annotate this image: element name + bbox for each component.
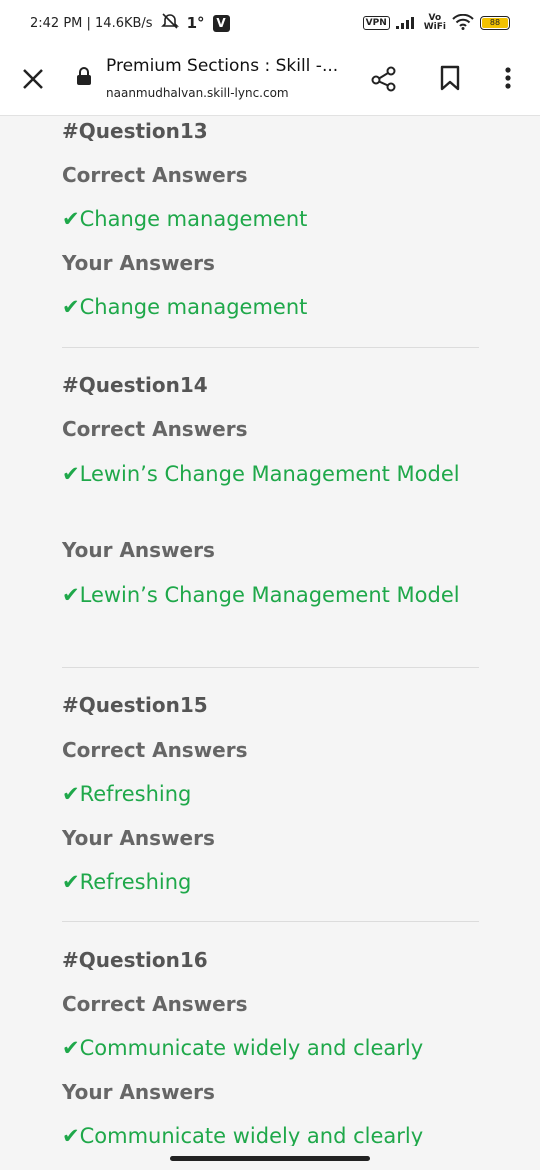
check-icon: ✔ <box>62 295 80 319</box>
correct-answer: ✔Lewin’s Change Management Model <box>62 458 462 491</box>
question-title: #Question15 <box>62 693 208 717</box>
check-icon: ✔ <box>62 870 80 894</box>
check-icon: ✔ <box>62 782 80 806</box>
question-title: #Question14 <box>62 373 208 397</box>
your-answer: ✔Refreshing <box>62 866 462 899</box>
your-answer: ✔Lewin’s Change Management Model <box>62 579 462 612</box>
answer-text: Communicate widely and clearly <box>79 1036 424 1060</box>
home-indicator[interactable] <box>170 1156 370 1161</box>
question-title: #Question16 <box>62 948 208 972</box>
close-icon[interactable] <box>20 66 46 92</box>
signal-icon <box>395 15 418 32</box>
correct-answer: ✔Change management <box>62 203 462 236</box>
correct-answers-label: Correct Answers <box>62 738 248 762</box>
status-time-speed: 2:42 PM | 14.6KB/s <box>30 15 153 31</box>
correct-answer: ✔Communicate widely and clearly <box>62 1032 462 1065</box>
check-icon: ✔ <box>62 583 80 607</box>
browser-toolbar: Premium Sections : Skill -... naanmudhal… <box>0 46 540 116</box>
battery-icon: 88 <box>480 16 510 30</box>
divider <box>62 347 479 348</box>
question-title: #Question13 <box>62 119 208 143</box>
your-answers-label: Your Answers <box>62 826 215 850</box>
vpn-badge: VPN <box>362 16 390 30</box>
quiz-results: #Question13 Correct Answers ✔Change mana… <box>0 117 540 1157</box>
answer-text: Communicate widely and clearly <box>79 1124 424 1148</box>
status-bar: 2:42 PM | 14.6KB/s 1° V VPN Vo WiFi 88 <box>0 0 540 46</box>
correct-answers-label: Correct Answers <box>62 417 248 441</box>
correct-answers-label: Correct Answers <box>62 163 248 187</box>
answer-text: Change management <box>79 295 308 319</box>
check-icon: ✔ <box>62 462 80 486</box>
vowifi-indicator: Vo WiFi <box>424 14 446 32</box>
temperature-text: 1° <box>186 14 205 32</box>
mute-icon <box>160 13 179 33</box>
lock-icon <box>76 66 92 86</box>
bookmark-icon[interactable] <box>438 64 462 92</box>
page-url[interactable]: naanmudhalvan.skill-lync.com <box>106 86 289 100</box>
divider <box>62 667 479 668</box>
your-answers-label: Your Answers <box>62 251 215 275</box>
answer-text: Lewin’s Change Management Model <box>79 583 460 607</box>
divider <box>62 921 479 922</box>
answer-text: Refreshing <box>79 870 192 894</box>
your-answer: ✔Change management <box>62 291 462 324</box>
correct-answers-label: Correct Answers <box>62 992 248 1016</box>
wifi-icon <box>452 13 474 33</box>
wifi-text: WiFi <box>423 22 446 32</box>
status-right: VPN Vo WiFi 88 <box>362 13 510 33</box>
battery-level: 88 <box>482 18 508 28</box>
page-title: Premium Sections : Skill -... <box>106 56 339 76</box>
check-icon: ✔ <box>62 1036 80 1060</box>
your-answers-label: Your Answers <box>62 538 215 562</box>
v-app-icon: V <box>212 14 230 32</box>
correct-answer: ✔Refreshing <box>62 778 462 811</box>
check-icon: ✔ <box>62 207 80 231</box>
answer-text: Change management <box>79 207 308 231</box>
share-icon[interactable] <box>370 64 398 92</box>
more-options-icon[interactable] <box>500 64 516 92</box>
answer-text: Refreshing <box>79 782 192 806</box>
your-answers-label: Your Answers <box>62 1080 215 1104</box>
answer-text: Lewin’s Change Management Model <box>79 462 460 486</box>
status-left: 2:42 PM | 14.6KB/s 1° V <box>30 13 230 33</box>
check-icon: ✔ <box>62 1124 80 1148</box>
